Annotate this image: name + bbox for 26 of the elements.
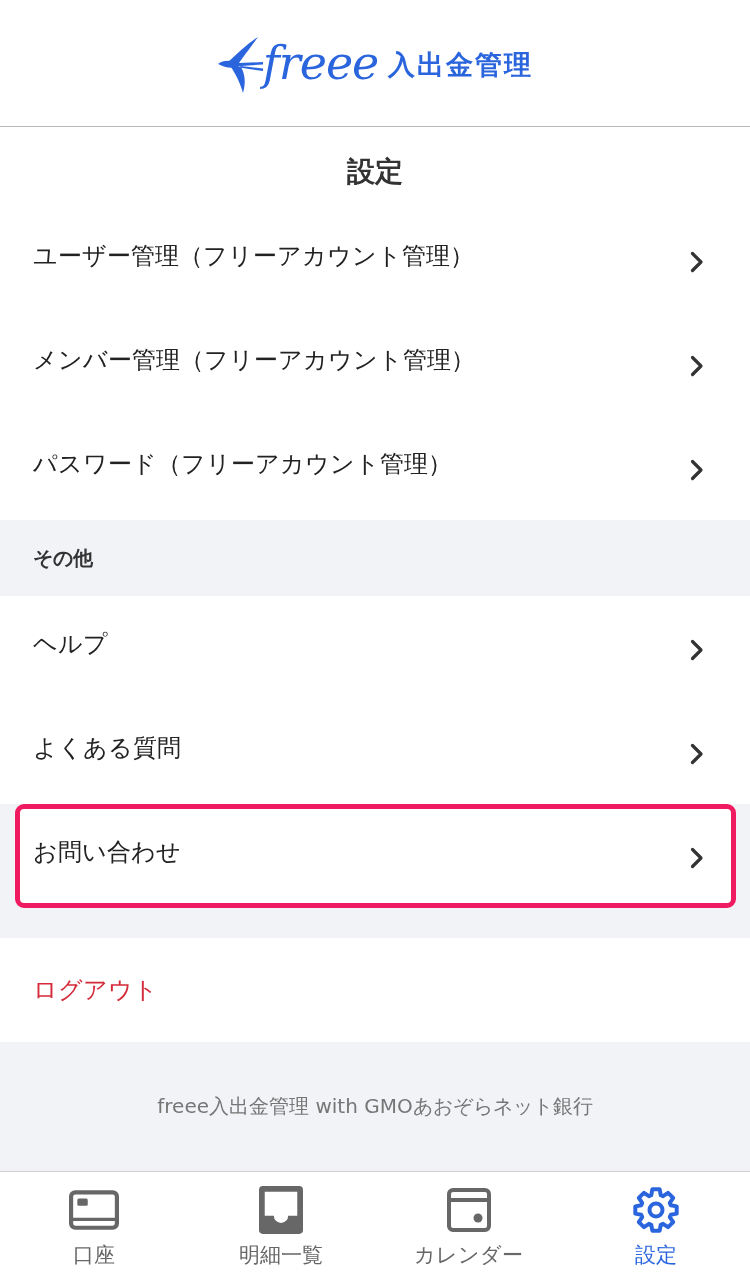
menu-item[interactable]: メンバー管理（フリーアカウント管理） xyxy=(0,312,750,416)
page-title: 設定 xyxy=(347,155,403,189)
chevron-right-icon xyxy=(690,639,704,661)
logo-product-name: 入出金管理 xyxy=(388,48,534,82)
chevron-right-icon xyxy=(690,355,704,377)
tab-button[interactable]: 設定 xyxy=(562,1172,750,1284)
tab-button[interactable]: カレンダー xyxy=(375,1172,563,1284)
calendar-icon xyxy=(446,1188,491,1232)
chevron-right-icon xyxy=(690,743,704,765)
logo-wordmark: freee xyxy=(262,35,379,91)
section-heading: その他 xyxy=(33,544,93,572)
tray-icon xyxy=(259,1186,304,1234)
tab-button[interactable]: 口座 xyxy=(0,1172,188,1284)
footer-text: freee入出金管理 with GMOあおぞらネット銀行 xyxy=(157,1093,593,1120)
chevron-right-icon xyxy=(690,251,704,273)
menu-item[interactable]: パスワード（フリーアカウント管理） xyxy=(0,416,750,520)
menu-item[interactable]: ユーザー管理（フリーアカウント管理） xyxy=(0,208,750,312)
tab-button[interactable]: 明細一覧 xyxy=(187,1172,375,1284)
chevron-right-icon xyxy=(690,459,704,481)
logout-button[interactable]: ログアウト xyxy=(0,938,750,1042)
card-icon xyxy=(68,1190,119,1230)
settings-icon xyxy=(631,1185,682,1235)
menu-item[interactable]: お問い合わせ xyxy=(15,804,736,908)
menu-item[interactable]: ヘルプ xyxy=(0,596,750,700)
menu-item[interactable]: よくある質問 xyxy=(0,700,750,804)
chevron-right-icon xyxy=(690,847,704,869)
